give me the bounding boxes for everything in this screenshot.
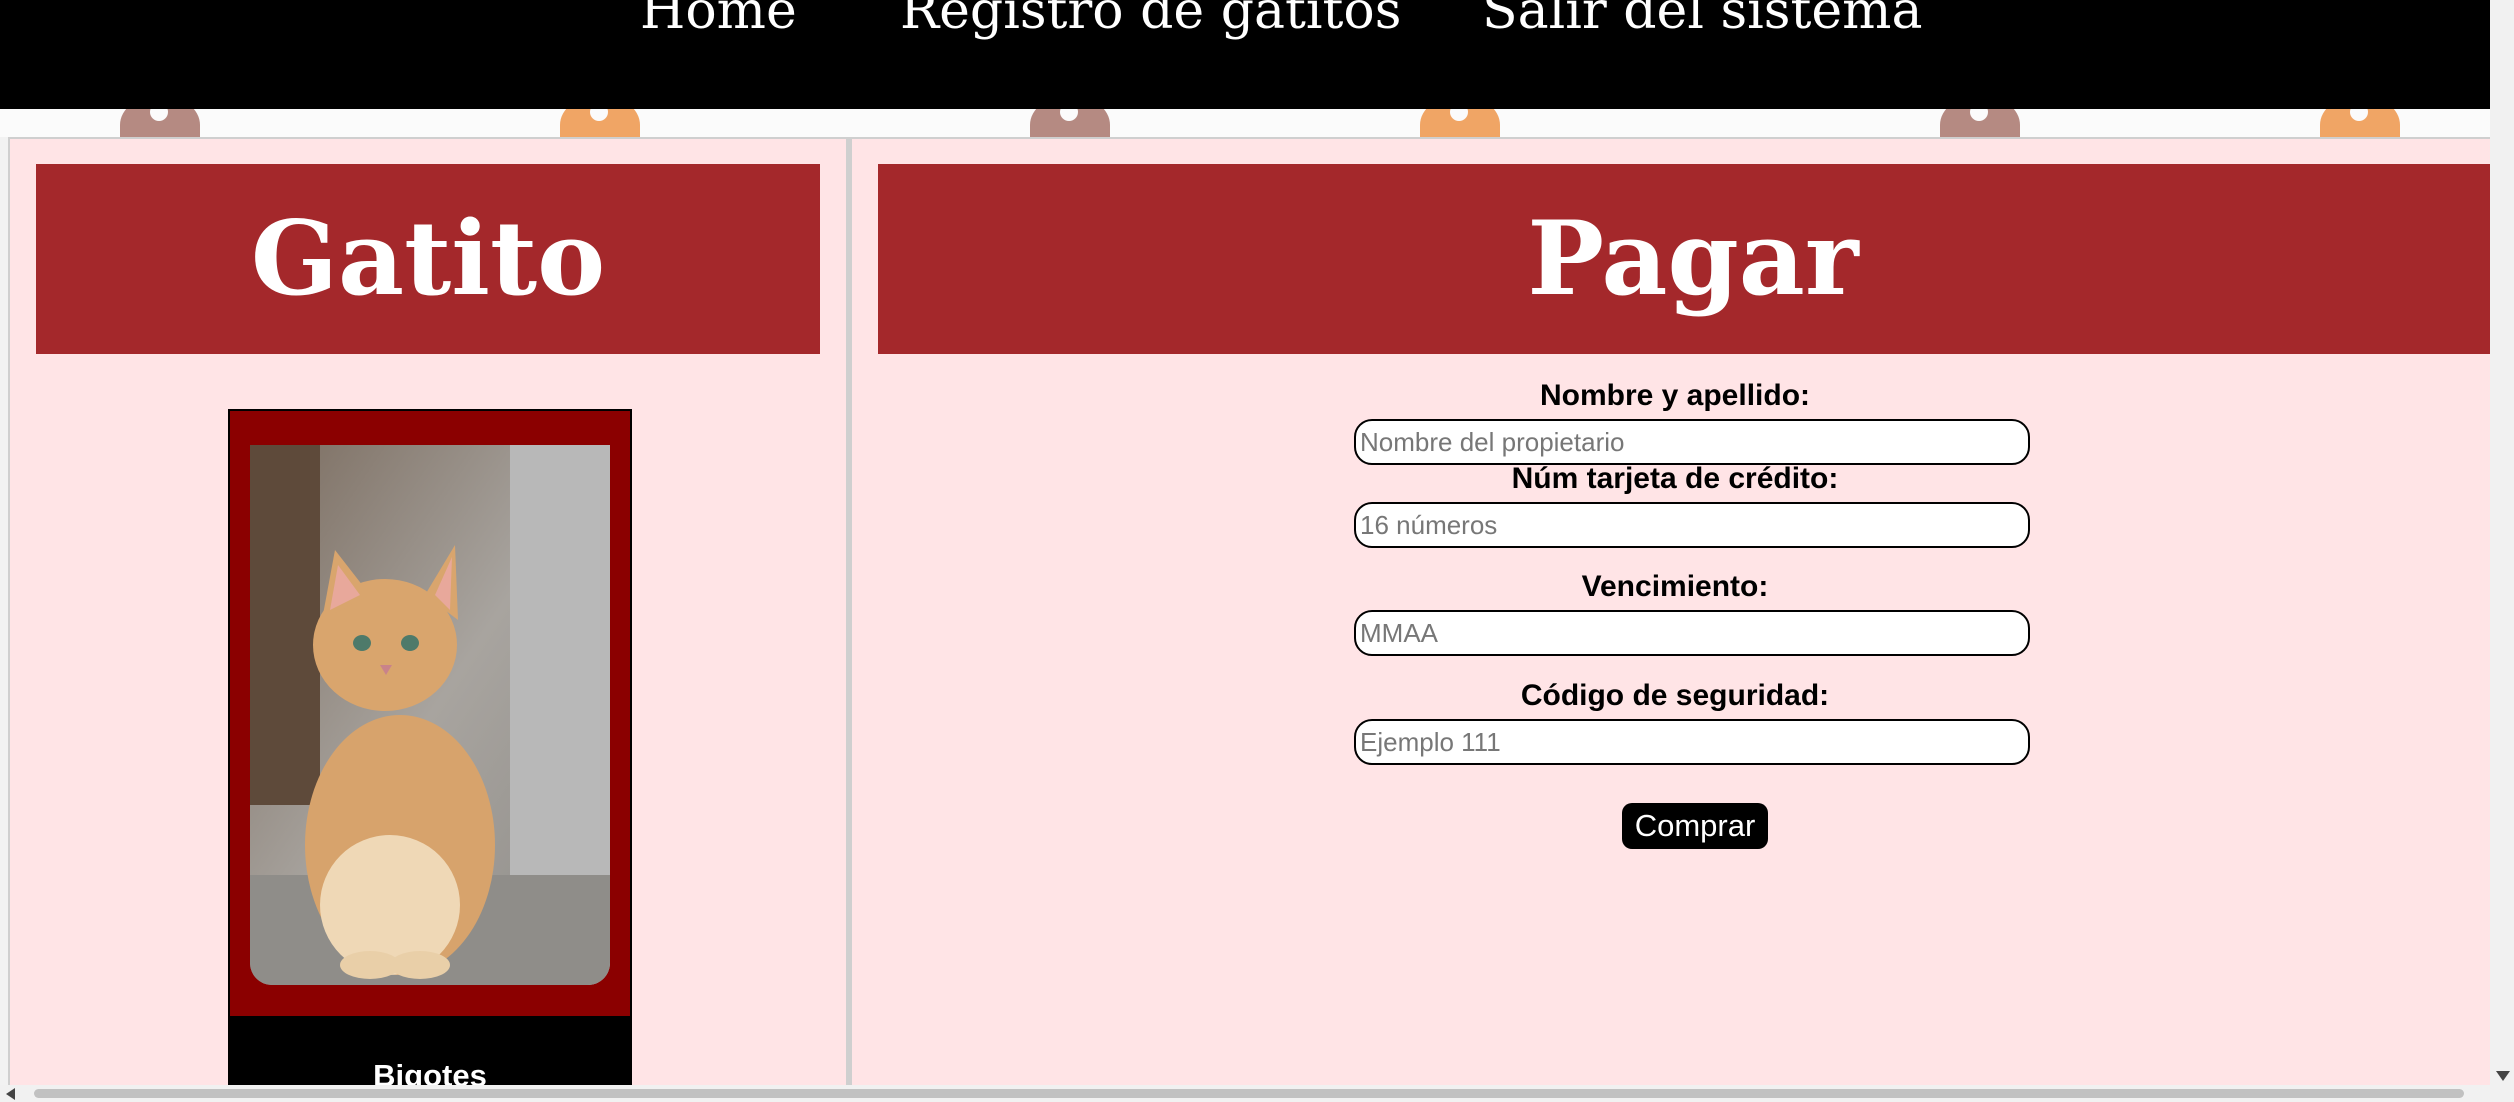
comprar-button[interactable]: Comprar [1622, 803, 1768, 849]
nombre-input[interactable] [1354, 419, 2030, 465]
paw-pattern-icon [120, 109, 200, 137]
vencimiento-input[interactable] [1354, 610, 2030, 656]
codigo-input[interactable] [1354, 719, 2030, 765]
top-nav: Home Registro de gatitos Salir del siste… [0, 0, 2490, 109]
payment-form: Nombre y apellido: Núm tarjeta de crédit… [852, 139, 2498, 1085]
cat-name-bar: Bigotes [230, 1016, 630, 1093]
paw-pattern-icon [1030, 109, 1110, 137]
paw-pattern-icon [1940, 109, 2020, 137]
paw-pattern-icon [1420, 109, 1500, 137]
horizontal-scroll-thumb[interactable] [34, 1089, 2464, 1098]
tarjeta-input[interactable] [1354, 502, 2030, 548]
background-pattern [0, 109, 2490, 137]
nav-registro-link[interactable]: Registro de gatitos [900, 0, 1401, 42]
nav-salir-link[interactable]: Salir del sistema [1482, 0, 1922, 42]
gatito-panel: Gatito Bigotes [8, 137, 848, 1093]
vencimiento-label: Vencimiento: [1581, 570, 1769, 603]
horizontal-scrollbar[interactable] [0, 1085, 2514, 1102]
paw-pattern-icon [2320, 109, 2400, 137]
scroll-down-icon[interactable] [2496, 1071, 2510, 1081]
cat-card[interactable]: Bigotes [228, 409, 632, 1093]
gatito-title: Gatito [36, 164, 820, 354]
pagar-panel: Pagar Nombre y apellido: Núm tarjeta de … [848, 137, 2508, 1087]
codigo-label: Código de seguridad: [1520, 679, 1830, 712]
cat-photo [250, 445, 610, 985]
paw-pattern-icon [560, 109, 640, 137]
nombre-label: Nombre y apellido: [1539, 379, 1811, 412]
cat-photo-icon [250, 445, 610, 985]
vertical-scrollbar[interactable] [2490, 0, 2514, 1085]
nav-home-link[interactable]: Home [640, 0, 797, 42]
scroll-left-icon[interactable] [6, 1088, 15, 1100]
tarjeta-label: Núm tarjeta de crédito: [1511, 462, 1839, 495]
